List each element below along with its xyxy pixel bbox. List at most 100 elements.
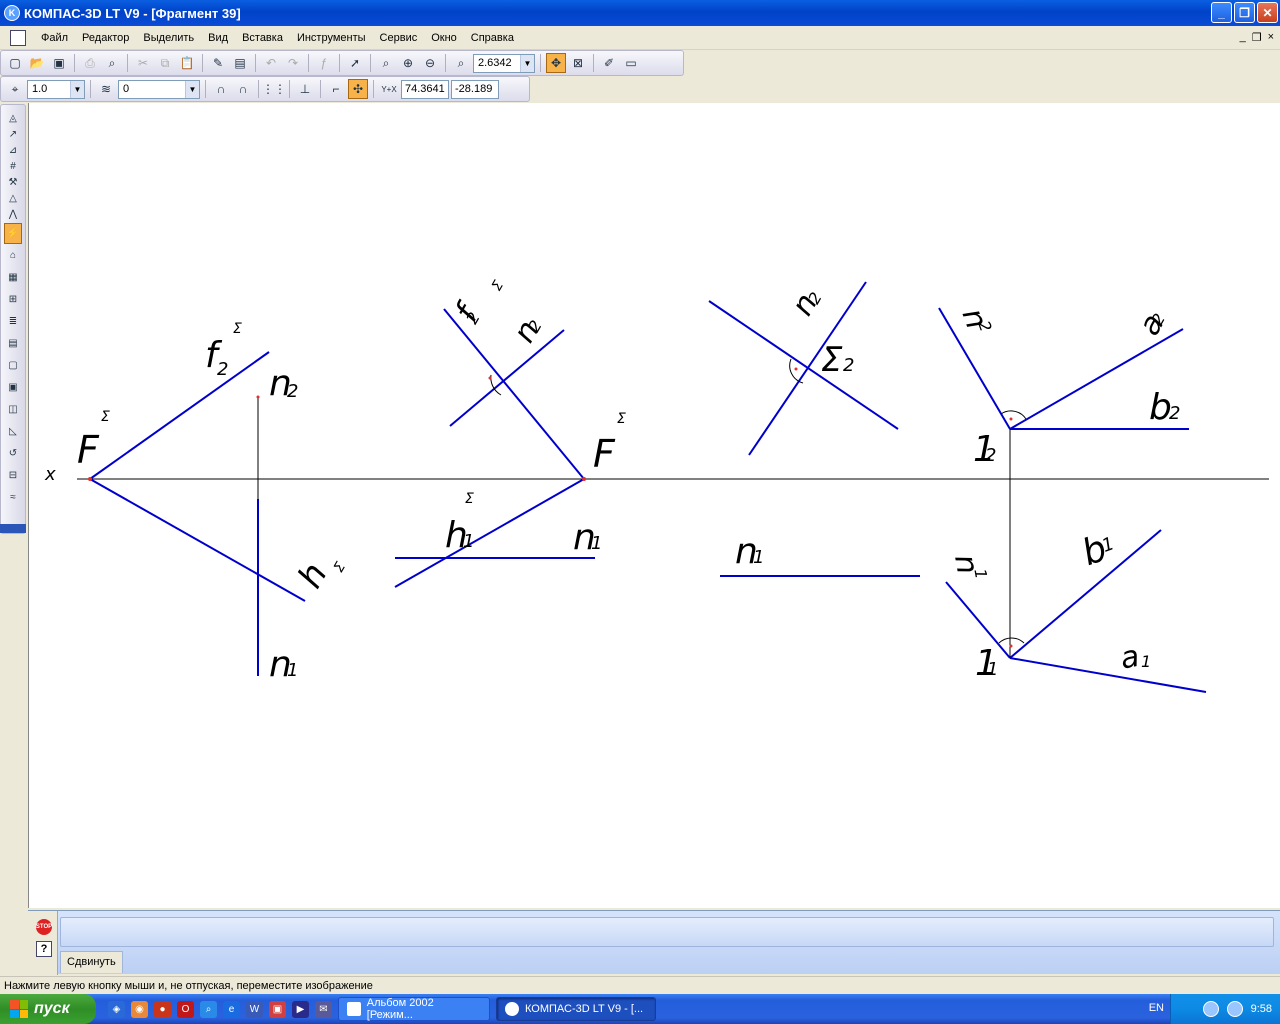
round-coords-icon[interactable]: ✣ bbox=[348, 79, 368, 99]
auxiliary-line-icon[interactable]: ▦ bbox=[4, 267, 22, 288]
mdi-close-button[interactable]: × bbox=[1268, 31, 1274, 44]
mdi-restore-button[interactable]: ❐ bbox=[1252, 31, 1262, 44]
minimize-button[interactable]: _ bbox=[1211, 2, 1232, 23]
local-cs-icon[interactable]: ⊥ bbox=[295, 79, 315, 99]
coord-y-field[interactable]: -28.189 bbox=[451, 79, 499, 99]
circle-icon[interactable]: ≣ bbox=[4, 311, 22, 332]
zoom-window-icon[interactable]: ⌕ bbox=[376, 53, 396, 73]
hatch-icon[interactable]: ⊟ bbox=[4, 465, 22, 486]
show-all-icon[interactable]: ⊠ bbox=[568, 53, 588, 73]
help-icon[interactable]: ? bbox=[36, 941, 52, 957]
task-kompas[interactable]: КОМПАС-3D LT V9 - [... bbox=[496, 997, 656, 1021]
tab-pan[interactable]: Сдвинуть bbox=[60, 951, 123, 973]
show-desktop-icon[interactable]: ◈ bbox=[108, 1000, 125, 1018]
save-quick-icon[interactable]: ▣ bbox=[269, 1000, 286, 1018]
menu-insert[interactable]: Вставка bbox=[235, 26, 290, 50]
paste-icon[interactable]: 📋 bbox=[177, 53, 197, 73]
print-preview-icon[interactable]: ⌕ bbox=[102, 53, 122, 73]
layer-combo[interactable]: 0 ▼ bbox=[118, 79, 200, 99]
cursor-step-icon[interactable]: ⌖ bbox=[5, 79, 25, 99]
chevron-down-icon[interactable]: ▼ bbox=[70, 80, 84, 98]
grid-icon[interactable]: ⋮⋮ bbox=[262, 79, 286, 99]
menu-service[interactable]: Сервис bbox=[373, 26, 425, 50]
chevron-down-icon[interactable]: ▼ bbox=[520, 54, 534, 72]
restore-button[interactable]: ❐ bbox=[1234, 2, 1255, 23]
point-icon[interactable]: ⌂ bbox=[4, 245, 22, 266]
network-icon[interactable] bbox=[1226, 1001, 1243, 1017]
tray-expand-icon[interactable] bbox=[1202, 1001, 1219, 1017]
redo-icon[interactable]: ↷ bbox=[283, 53, 303, 73]
snap-icon[interactable]: ∩ bbox=[211, 79, 231, 99]
close-button[interactable]: ✕ bbox=[1257, 2, 1278, 23]
annotations-icon[interactable]: ⊿ bbox=[4, 143, 22, 158]
copy-properties-icon[interactable]: ✎ bbox=[208, 53, 228, 73]
zoom-out-icon[interactable]: ⊖ bbox=[420, 53, 440, 73]
copy-icon[interactable]: ⧉ bbox=[155, 53, 175, 73]
cut-icon[interactable]: ✂ bbox=[133, 53, 153, 73]
layers-icon[interactable]: ≋ bbox=[96, 79, 116, 99]
zoom-in-icon[interactable]: ⊕ bbox=[398, 53, 418, 73]
measure-icon[interactable]: △ bbox=[4, 191, 22, 206]
zoom-combo[interactable]: 2.6342 ▼ bbox=[473, 53, 535, 73]
menu-window[interactable]: Окно bbox=[424, 26, 464, 50]
menu-bar: Файл Редактор Выделить Вид Вставка Инстр… bbox=[0, 26, 1280, 50]
step-combo[interactable]: 1.0 ▼ bbox=[27, 79, 85, 99]
document-icon[interactable] bbox=[10, 29, 26, 46]
clock[interactable]: 9:58 bbox=[1251, 1003, 1272, 1015]
menu-help[interactable]: Справка bbox=[464, 26, 521, 50]
menu-editor[interactable]: Редактор bbox=[75, 26, 136, 50]
snap-local-icon[interactable]: ∩ bbox=[233, 79, 253, 99]
chamfer-icon[interactable]: ◺ bbox=[4, 421, 22, 442]
variables-icon[interactable]: ƒ bbox=[314, 53, 334, 73]
polygon-icon[interactable]: ▣ bbox=[4, 377, 22, 398]
ortho-icon[interactable]: ⌐ bbox=[326, 79, 346, 99]
coord-x-field[interactable]: 74.3641 bbox=[401, 79, 449, 99]
pan-icon[interactable]: ✥ bbox=[546, 53, 566, 73]
rectangle-icon[interactable]: ▢ bbox=[4, 355, 22, 376]
panel-side: STOP ? bbox=[28, 911, 58, 975]
opera-icon[interactable]: O bbox=[177, 1000, 194, 1018]
dimensions-icon[interactable]: ↗ bbox=[4, 127, 22, 142]
zoom-scale-icon[interactable]: ⌕ bbox=[451, 53, 471, 73]
arc-icon[interactable]: ▤ bbox=[4, 333, 22, 354]
separator bbox=[258, 80, 259, 98]
menu-file[interactable]: Файл bbox=[34, 26, 75, 50]
kompas-app-icon[interactable]: K bbox=[4, 5, 20, 21]
save-icon[interactable]: ▣ bbox=[49, 53, 69, 73]
start-button[interactable]: пуск bbox=[0, 994, 96, 1024]
firefox-icon[interactable]: ◉ bbox=[131, 1000, 148, 1018]
geometry-icon[interactable]: ◬ bbox=[4, 111, 22, 126]
undo-icon[interactable]: ↶ bbox=[261, 53, 281, 73]
refresh-icon[interactable]: ✐ bbox=[599, 53, 619, 73]
construction-icon[interactable]: ⚡ bbox=[4, 223, 22, 244]
ie-icon[interactable]: e bbox=[223, 1000, 240, 1018]
media-icon[interactable]: ● bbox=[154, 1000, 171, 1018]
wave-line-icon[interactable]: ≈ bbox=[4, 487, 22, 508]
drawing-canvas[interactable]: x F Σ f 2 Σ n 2 h Σ n 1 f 2 Σ n 2 F Σ h … bbox=[28, 103, 1280, 908]
word-icon[interactable]: W bbox=[246, 1000, 263, 1018]
chevron-down-icon[interactable]: ▼ bbox=[185, 80, 199, 98]
new-document-icon[interactable]: ▢ bbox=[5, 53, 25, 73]
print-icon[interactable]: ⎙ bbox=[80, 53, 100, 73]
title-bar[interactable]: K КОМПАС-3D LT V9 - [Фрагмент 39] _ ❐ ✕ bbox=[0, 0, 1280, 26]
spline-icon[interactable]: ◫ bbox=[4, 399, 22, 420]
mdi-minimize-button[interactable]: _ bbox=[1240, 31, 1246, 44]
task-album[interactable]: Альбом 2002 [Режим... bbox=[338, 997, 490, 1021]
select-icon[interactable]: ⋀ bbox=[4, 207, 22, 222]
menu-tools[interactable]: Инструменты bbox=[290, 26, 373, 50]
menu-view[interactable]: Вид bbox=[201, 26, 235, 50]
segment-icon[interactable]: ⊞ bbox=[4, 289, 22, 310]
editing-icon[interactable]: # bbox=[4, 159, 22, 174]
open-folder-icon[interactable]: 📂 bbox=[27, 53, 47, 73]
language-indicator[interactable]: EN bbox=[1149, 1002, 1164, 1014]
context-help-icon[interactable]: ➚ bbox=[345, 53, 365, 73]
player-icon[interactable]: ▶ bbox=[292, 1000, 309, 1018]
stop-icon[interactable]: STOP bbox=[36, 919, 52, 935]
menu-select[interactable]: Выделить bbox=[136, 26, 201, 50]
search-icon[interactable]: ⌕ bbox=[200, 1000, 217, 1018]
mail-icon[interactable]: ✉ bbox=[315, 1000, 332, 1018]
properties-icon[interactable]: ▤ bbox=[230, 53, 250, 73]
rotate-icon[interactable]: ↺ bbox=[4, 443, 22, 464]
parametrization-icon[interactable]: ⚒ bbox=[4, 175, 22, 190]
tree-icon[interactable]: ▭ bbox=[621, 53, 641, 73]
